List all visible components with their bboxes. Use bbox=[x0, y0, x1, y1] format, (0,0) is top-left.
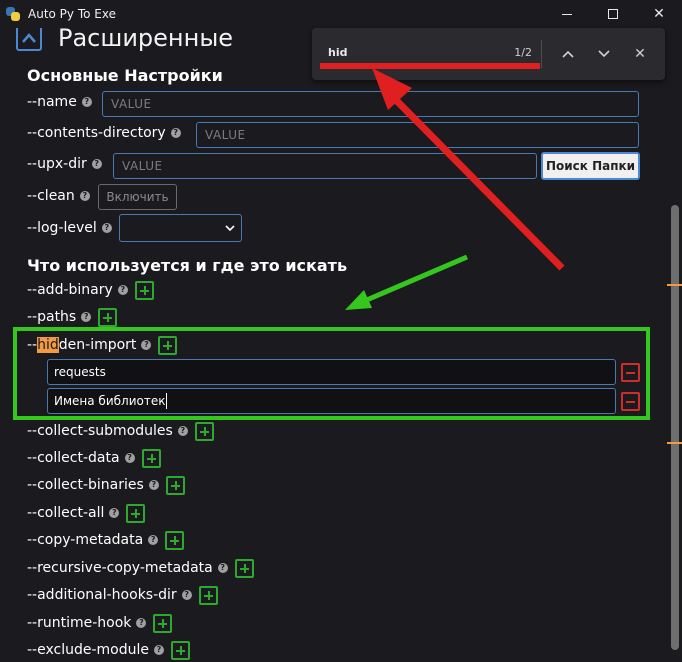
annotation-red-arrow bbox=[389, 93, 565, 271]
annotation-red-arrowhead bbox=[372, 68, 412, 110]
annotation-green-arrow bbox=[361, 254, 468, 305]
annotation-green-arrowhead bbox=[345, 290, 372, 310]
annotation-arrows bbox=[345, 68, 565, 310]
